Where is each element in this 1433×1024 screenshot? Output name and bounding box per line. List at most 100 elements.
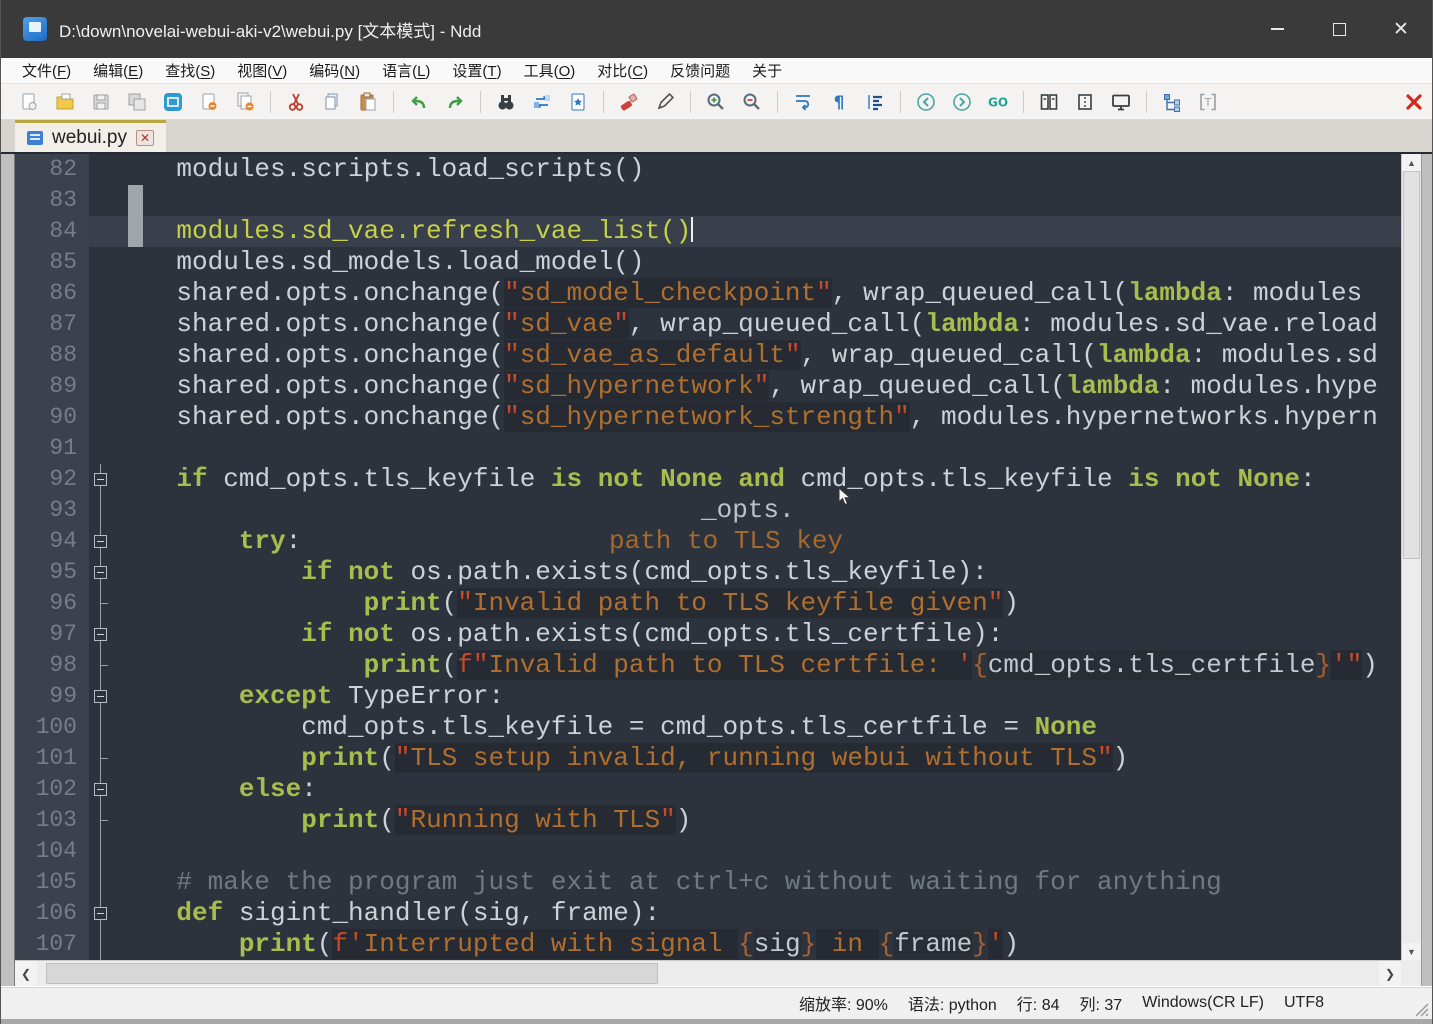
menu-关于[interactable]: 关于 bbox=[741, 58, 793, 83]
code-line-82[interactable]: 82 modules.scripts.load_scripts() bbox=[15, 154, 1401, 185]
scroll-up-arrow[interactable]: ▲ bbox=[1402, 154, 1421, 171]
code-line-95[interactable]: 95 if not os.path.exists(cmd_opts.tls_ke… bbox=[15, 557, 1401, 588]
text-mode-button[interactable] bbox=[158, 88, 188, 116]
menu-文件[interactable]: 文件(F) bbox=[11, 58, 82, 83]
redo-button[interactable] bbox=[440, 88, 470, 116]
maximize-button[interactable] bbox=[1308, 0, 1370, 58]
code-editor[interactable]: 82 modules.scripts.load_scripts()8384 mo… bbox=[15, 154, 1401, 960]
copy-button[interactable] bbox=[317, 88, 347, 116]
menu-编辑[interactable]: 编辑(E) bbox=[82, 58, 154, 83]
vertical-scroll-track[interactable] bbox=[1402, 171, 1421, 943]
code-line-89[interactable]: 89 shared.opts.onchange("sd_hypernetwork… bbox=[15, 371, 1401, 402]
indent-guide-button[interactable] bbox=[860, 88, 890, 116]
code-line-94[interactable]: 94 try: bbox=[15, 526, 1401, 557]
code-line-84[interactable]: 84 modules.sd_vae.refresh_vae_list() bbox=[15, 216, 1401, 247]
code-line-99[interactable]: 99 except TypeError: bbox=[15, 681, 1401, 712]
find-button[interactable] bbox=[491, 88, 521, 116]
vertical-scroll-thumb[interactable] bbox=[1403, 171, 1420, 559]
fold-margin[interactable] bbox=[89, 526, 114, 557]
code-line-88[interactable]: 88 shared.opts.onchange("sd_vae_as_defau… bbox=[15, 340, 1401, 371]
tab-close-icon[interactable]: ✕ bbox=[136, 130, 154, 146]
zoom-out-button[interactable] bbox=[737, 88, 767, 116]
close-document-button[interactable] bbox=[1399, 88, 1429, 116]
fold-margin[interactable] bbox=[89, 774, 114, 805]
menu-视图[interactable]: 视图(V) bbox=[226, 58, 298, 83]
paste-button[interactable] bbox=[353, 88, 383, 116]
menu-反馈问题[interactable]: 反馈问题 bbox=[659, 58, 741, 83]
menu-查找[interactable]: 查找(S) bbox=[154, 58, 226, 83]
show-symbols-button[interactable]: ¶ bbox=[824, 88, 854, 116]
code-line-102[interactable]: 102 else: bbox=[15, 774, 1401, 805]
function-list-button[interactable] bbox=[1157, 88, 1187, 116]
code-line-85[interactable]: 85 modules.sd_models.load_model() bbox=[15, 247, 1401, 278]
replace-button[interactable] bbox=[527, 88, 557, 116]
function-list-icon bbox=[1161, 91, 1183, 113]
scroll-right-arrow[interactable]: ❯ bbox=[1379, 961, 1401, 986]
scroll-down-arrow[interactable]: ▼ bbox=[1402, 943, 1421, 960]
code-line-96[interactable]: 96 print("Invalid path to TLS keyfile gi… bbox=[15, 588, 1401, 619]
menu-语言[interactable]: 语言(L) bbox=[371, 58, 441, 83]
code-line-83[interactable]: 83 bbox=[15, 185, 1401, 216]
fold-collapse-icon[interactable] bbox=[94, 783, 107, 796]
mark-button[interactable] bbox=[563, 88, 593, 116]
fold-margin[interactable] bbox=[89, 681, 114, 712]
save-button[interactable] bbox=[86, 88, 116, 116]
code-line-92[interactable]: 92 if cmd_opts.tls_keyfile is not None a… bbox=[15, 464, 1401, 495]
code-line-100[interactable]: 100 cmd_opts.tls_keyfile = cmd_opts.tls_… bbox=[15, 712, 1401, 743]
macro-go-button[interactable]: GO bbox=[983, 88, 1013, 116]
fold-collapse-icon[interactable] bbox=[94, 566, 107, 579]
view-single-button[interactable] bbox=[1070, 88, 1100, 116]
code-line-107[interactable]: 107 print(f'Interrupted with signal {sig… bbox=[15, 929, 1401, 960]
view-split-button[interactable] bbox=[1034, 88, 1064, 116]
menu-对比[interactable]: 对比(C) bbox=[586, 58, 659, 83]
close-all-button[interactable] bbox=[230, 88, 260, 116]
scroll-left-arrow[interactable]: ❮ bbox=[15, 961, 37, 986]
pen-button[interactable] bbox=[650, 88, 680, 116]
vertical-scrollbar[interactable]: ▲ ▼ bbox=[1401, 154, 1421, 960]
horizontal-scrollbar[interactable]: ❮ ❯ bbox=[15, 960, 1401, 986]
fold-collapse-icon[interactable] bbox=[94, 690, 107, 703]
monitor-button[interactable] bbox=[1106, 88, 1136, 116]
menu-编码[interactable]: 编码(N) bbox=[298, 58, 371, 83]
code-line-91[interactable]: 91 bbox=[15, 433, 1401, 464]
code-line-97[interactable]: 97 if not os.path.exists(cmd_opts.tls_ce… bbox=[15, 619, 1401, 650]
fold-collapse-icon[interactable] bbox=[94, 473, 107, 486]
fold-collapse-icon[interactable] bbox=[94, 535, 107, 548]
fold-collapse-icon[interactable] bbox=[94, 628, 107, 641]
code-line-87[interactable]: 87 shared.opts.onchange("sd_vae", wrap_q… bbox=[15, 309, 1401, 340]
clear-highlight-button[interactable] bbox=[614, 88, 644, 116]
code-line-105[interactable]: 105 # make the program just exit at ctrl… bbox=[15, 867, 1401, 898]
close-button[interactable]: ✕ bbox=[1370, 0, 1432, 58]
zoom-in-button[interactable] bbox=[701, 88, 731, 116]
horizontal-scroll-thumb[interactable] bbox=[46, 963, 658, 984]
nav-forward-button[interactable] bbox=[947, 88, 977, 116]
code-line-90[interactable]: 90 shared.opts.onchange("sd_hypernetwork… bbox=[15, 402, 1401, 433]
code-line-93[interactable]: 93 bbox=[15, 495, 1401, 526]
fold-collapse-icon[interactable] bbox=[94, 907, 107, 920]
fold-margin[interactable] bbox=[89, 464, 114, 495]
cut-button[interactable] bbox=[281, 88, 311, 116]
close-file-button[interactable] bbox=[194, 88, 224, 116]
fold-margin-track bbox=[89, 247, 114, 278]
save-all-button[interactable] bbox=[122, 88, 152, 116]
menu-工具[interactable]: 工具(O) bbox=[513, 58, 587, 83]
fold-margin[interactable] bbox=[89, 898, 114, 929]
menu-设置[interactable]: 设置(T) bbox=[441, 58, 512, 83]
open-file-button[interactable] bbox=[50, 88, 80, 116]
code-line-103[interactable]: 103 print("Running with TLS") bbox=[15, 805, 1401, 836]
fold-margin[interactable] bbox=[89, 557, 114, 588]
new-file-button[interactable] bbox=[14, 88, 44, 116]
minimize-button[interactable] bbox=[1246, 0, 1308, 58]
resize-grip[interactable] bbox=[1415, 1003, 1429, 1017]
fold-margin[interactable] bbox=[89, 619, 114, 650]
undo-button[interactable] bbox=[404, 88, 434, 116]
tab-webui.py[interactable]: webui.py✕ bbox=[15, 120, 166, 152]
nav-back-button[interactable] bbox=[911, 88, 941, 116]
text-format-button[interactable]: T bbox=[1193, 88, 1223, 116]
code-line-86[interactable]: 86 shared.opts.onchange("sd_model_checkp… bbox=[15, 278, 1401, 309]
word-wrap-button[interactable] bbox=[788, 88, 818, 116]
code-line-106[interactable]: 106 def sigint_handler(sig, frame): bbox=[15, 898, 1401, 929]
code-line-101[interactable]: 101 print("TLS setup invalid, running we… bbox=[15, 743, 1401, 774]
code-line-98[interactable]: 98 print(f"Invalid path to TLS certfile:… bbox=[15, 650, 1401, 681]
code-line-104[interactable]: 104 bbox=[15, 836, 1401, 867]
